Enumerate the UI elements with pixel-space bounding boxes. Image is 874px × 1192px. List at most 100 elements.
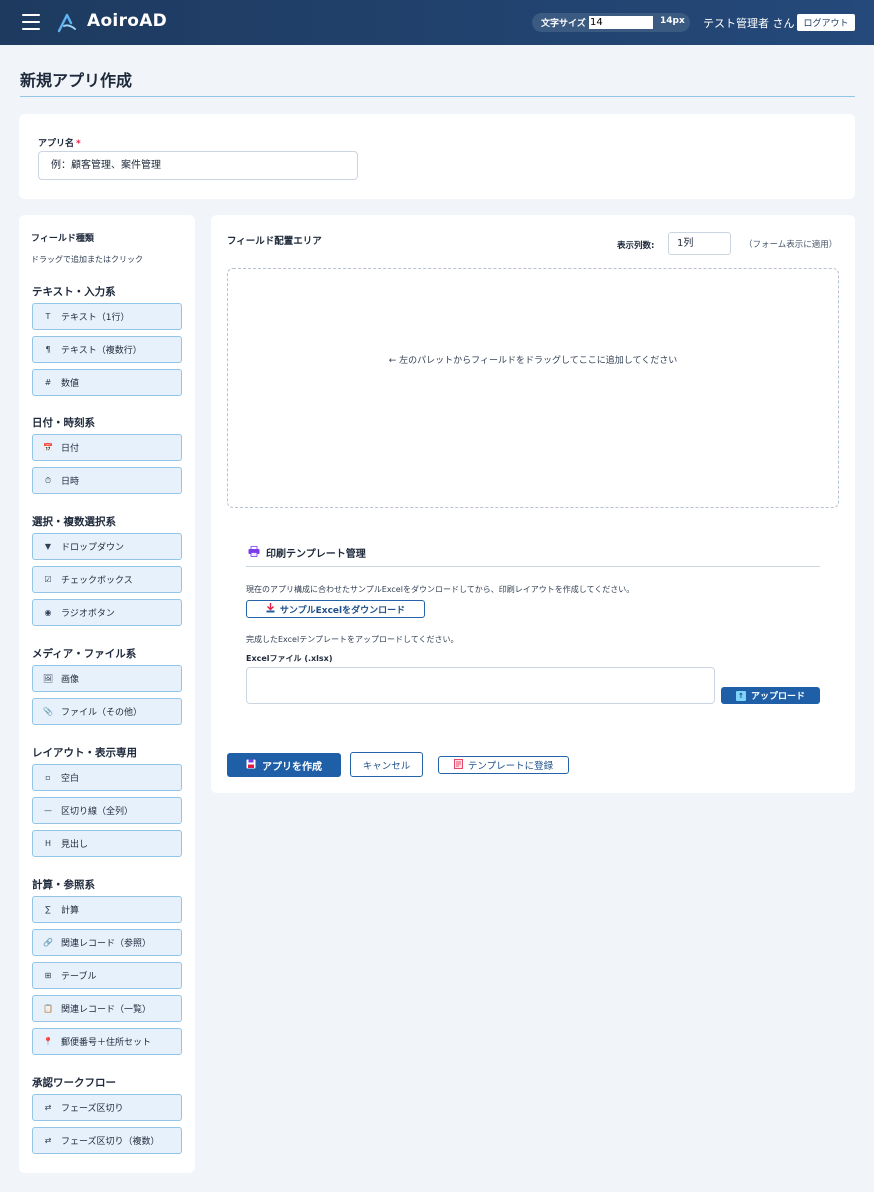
palette-group-title: 承認ワークフロー (32, 1077, 116, 1089)
palette-item[interactable]: — 区切り線（全列） (32, 797, 182, 824)
palette-item-label: ラジオボタン (61, 609, 115, 619)
palette-item[interactable]: ∑ 計算 (32, 896, 182, 923)
palette-item[interactable]: 📋 関連レコード（一覧） (32, 995, 182, 1022)
palette-item[interactable]: ⏱ 日時 (32, 467, 182, 494)
font-size-input[interactable] (589, 16, 653, 29)
palette-item-label: テキスト（複数行） (61, 346, 142, 356)
field-type-icon: 📅 (43, 443, 53, 452)
field-type-icon: 🖼 (42, 674, 54, 683)
palette-item[interactable]: # 数値 (32, 369, 182, 396)
logo-icon (57, 13, 76, 33)
field-type-icon: ⇄ (44, 1136, 52, 1145)
field-type-icon: ☑ (44, 575, 52, 584)
columns-note: （フォーム表示に適用） (744, 240, 838, 250)
field-area-title: フィールド配置エリア (227, 236, 322, 247)
field-type-icon: 📎 (43, 707, 53, 716)
palette-item-label: 空白 (61, 774, 80, 784)
brand-name: AoiroAD (87, 11, 168, 31)
field-type-icon: ⊞ (44, 971, 52, 980)
palette-item[interactable]: 📍 郵便番号＋住所セット (32, 1028, 182, 1055)
field-type-icon: — (44, 806, 52, 815)
field-palette: フィールド種類 ドラッグで追加またはクリック テキスト・入力系 T テキスト（1行）… (19, 215, 195, 1173)
drop-hint: ← 左のパレットからフィールドをドラッグしてここに追加してください (388, 356, 678, 366)
save-icon (246, 759, 256, 772)
field-type-icon: ▼ (44, 542, 52, 551)
palette-item[interactable]: 🔗 関連レコード（参照） (32, 929, 182, 956)
palette-item[interactable]: T テキスト（1行） (32, 303, 182, 330)
app-name-input[interactable] (38, 151, 358, 180)
field-type-icon: ▫ (45, 773, 51, 782)
palette-item-label: チェックボックス (61, 576, 133, 586)
palette-item[interactable]: 📎 ファイル（その他） (32, 698, 182, 725)
palette-item-label: フェーズ区切り (61, 1104, 124, 1114)
palette-item-label: ファイル（その他） (61, 708, 143, 718)
user-name: テスト管理者 さん (703, 17, 795, 30)
palette-item-label: 見出し (61, 840, 89, 850)
excel-file-input[interactable] (246, 667, 715, 704)
palette-item[interactable]: ▫ 空白 (32, 764, 182, 791)
palette-group-title: 計算・参照系 (32, 879, 95, 891)
register-template-button[interactable]: テンプレートに登録 (438, 756, 569, 774)
palette-item-label: 日時 (61, 477, 80, 487)
palette-item-label: 数値 (61, 379, 80, 389)
palette-item[interactable]: ☑ チェックボックス (32, 566, 182, 593)
required-mark: * (76, 139, 81, 149)
palette-group-title: メディア・ファイル系 (32, 648, 137, 660)
palette-item[interactable]: ⇄ フェーズ区切り（複数） (32, 1127, 182, 1154)
palette-item-label: 画像 (61, 675, 80, 685)
palette-group-title: 日付・時刻系 (32, 417, 95, 429)
field-type-icon: 📋 (43, 1004, 53, 1013)
field-type-icon: H (44, 839, 51, 848)
logout-button[interactable]: ログアウト (797, 14, 855, 31)
upload-icon: ↑ (735, 690, 746, 701)
field-type-icon: # (44, 378, 52, 387)
cancel-button[interactable]: キャンセル (350, 752, 423, 777)
columns-select[interactable]: 1列 (668, 232, 731, 255)
field-type-icon: ¶ (45, 345, 51, 354)
palette-title: フィールド種類 (31, 234, 94, 244)
palette-item-label: 区切り線（全列） (61, 807, 134, 817)
palette-item-label: 関連レコード（一覧） (61, 1005, 152, 1015)
palette-item-label: テーブル (61, 972, 97, 982)
excel-file-label: Excelファイル (.xlsx) (246, 654, 333, 663)
menu-icon[interactable] (22, 14, 40, 30)
palette-item[interactable]: ⇄ フェーズ区切り (32, 1094, 182, 1121)
palette-item-label: フェーズ区切り（複数） (61, 1137, 160, 1147)
palette-item-label: 関連レコード（参照） (61, 939, 152, 949)
palette-item[interactable]: ▼ ドロップダウン (32, 533, 182, 560)
font-size-label: 文字サイズ (541, 19, 586, 29)
download-sample-button[interactable]: サンプルExcelをダウンロード (246, 600, 425, 618)
palette-item[interactable]: ⊞ テーブル (32, 962, 182, 989)
app-header: AoiroAD 文字サイズ 14px テスト管理者 さん ログアウト (0, 0, 874, 45)
field-type-icon: ⏱ (44, 475, 52, 485)
field-type-icon: ◉ (44, 608, 52, 617)
create-app-button[interactable]: アプリを作成 (227, 753, 341, 777)
palette-item-label: テキスト（1行） (61, 313, 130, 323)
print-divider (246, 566, 820, 567)
palette-item[interactable]: 📅 日付 (32, 434, 182, 461)
palette-group-title: テキスト・入力系 (32, 286, 116, 298)
palette-item-label: 郵便番号＋住所セット (61, 1038, 152, 1048)
palette-item[interactable]: 🖼 画像 (32, 665, 182, 692)
palette-hint: ドラッグで追加またはクリック (31, 255, 143, 264)
download-description: 現在のアプリ構成に合わせたサンプルExcelをダウンロードしてから、印刷レイアウ… (246, 585, 635, 594)
field-type-icon: T (45, 312, 51, 321)
download-icon (266, 602, 275, 616)
columns-label: 表示列数: (617, 241, 655, 251)
field-type-icon: 🔗 (43, 938, 53, 947)
palette-group-title: レイアウト・表示専用 (32, 747, 137, 759)
font-size-value: 14px (660, 16, 685, 26)
field-type-icon: 📍 (43, 1037, 53, 1046)
palette-item[interactable]: ¶ テキスト（複数行） (32, 336, 182, 363)
palette-item[interactable]: H 見出し (32, 830, 182, 857)
app-name-label: アプリ名 * (38, 139, 81, 149)
font-size-control: 文字サイズ 14px (532, 13, 690, 32)
print-template-title: 印刷テンプレート管理 (248, 545, 366, 560)
palette-item[interactable]: ◉ ラジオボタン (32, 599, 182, 626)
page-title: 新規アプリ作成 (20, 71, 133, 90)
upload-description: 完成したExcelテンプレートをアップロードしてください。 (246, 635, 459, 644)
field-type-icon: ⇄ (44, 1103, 52, 1112)
field-drop-zone[interactable]: ← 左のパレットからフィールドをドラッグしてここに追加してください (227, 268, 839, 508)
title-divider (20, 96, 855, 97)
upload-button[interactable]: ↑ アップロード (721, 687, 820, 704)
